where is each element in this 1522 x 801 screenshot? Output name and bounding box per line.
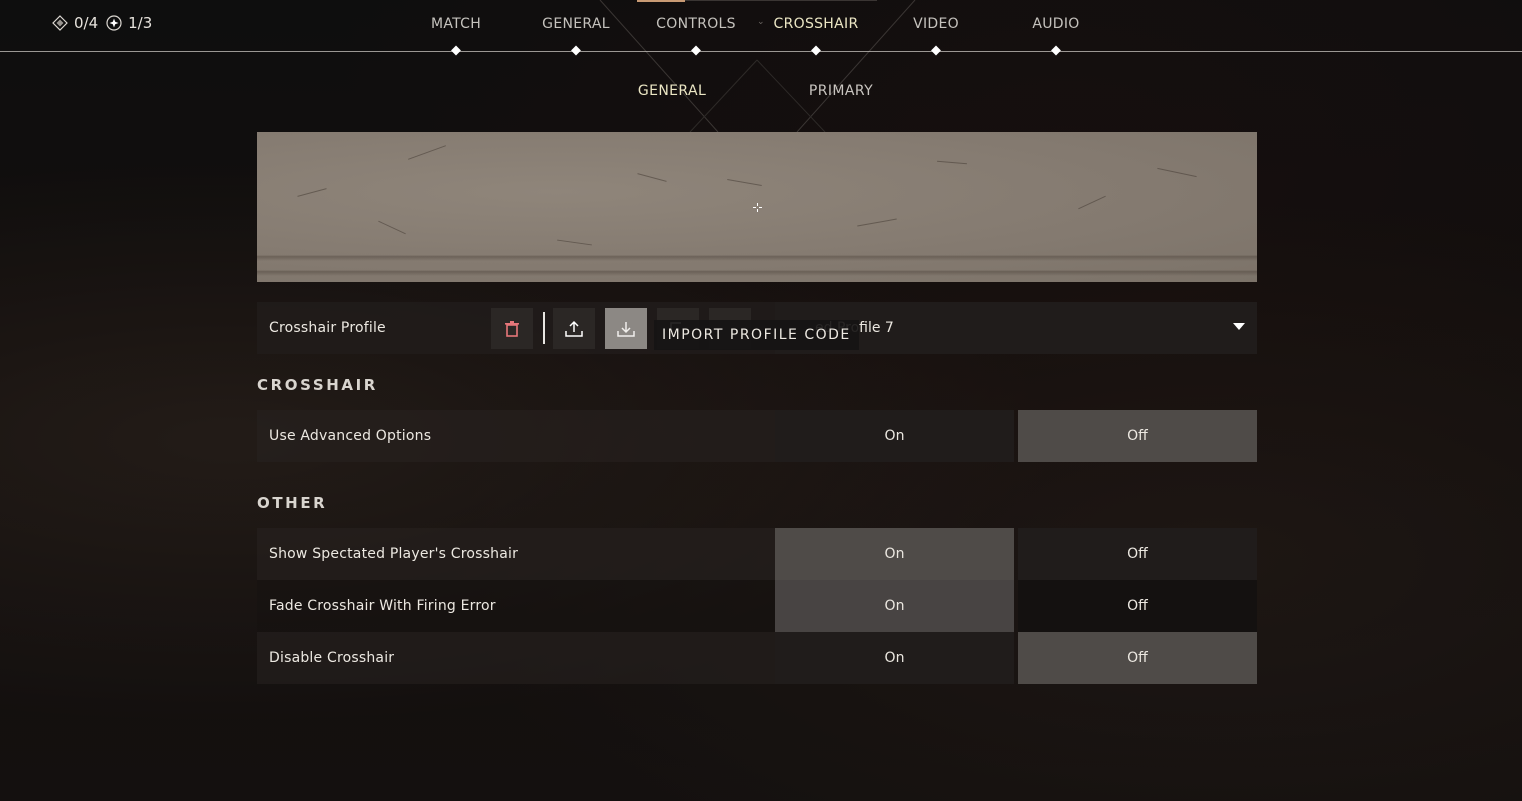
counter-missions: 1/3 [106,14,152,32]
setting-row-advanced-options: Use Advanced Options On Off [257,410,1257,462]
setting-label: Use Advanced Options [269,428,432,444]
tab-audio[interactable]: AUDIO [1032,16,1079,32]
tab-controls[interactable]: CONTROLS [656,16,736,32]
button-separator [543,312,545,344]
active-tab-indicator-track [685,0,877,1]
import-tooltip: IMPORT PROFILE CODE [654,320,859,350]
counter-value: 0/4 [74,14,99,32]
download-icon [617,321,635,337]
option-off[interactable]: Off [1018,528,1257,580]
trash-icon [505,320,519,337]
nav-divider [0,51,1522,52]
crosshair-icon [753,203,762,212]
section-title-other: OTHER [257,494,328,512]
crosshair-profile-label: Crosshair Profile [269,320,386,336]
option-off[interactable]: Off [1018,410,1257,462]
option-on[interactable]: On [775,580,1014,632]
tab-general[interactable]: GENERAL [542,16,610,32]
option-on[interactable]: On [775,410,1014,462]
counter-value: 1/3 [128,14,153,32]
delete-profile-button[interactable] [491,308,533,349]
tab-marker [811,45,821,56]
counter-contracts: 0/4 [52,14,98,32]
chevron-down-icon: ⌄ [757,17,765,27]
upload-icon [565,320,583,337]
top-counters: 0/4 1/3 [52,14,152,32]
option-on[interactable]: On [775,528,1014,580]
setting-row-spectated-crosshair: Show Spectated Player's Crosshair On Off [257,528,1257,580]
setting-label: Show Spectated Player's Crosshair [269,546,519,562]
tab-marker [451,45,461,56]
option-off[interactable]: Off [1018,632,1257,684]
active-tab-indicator [637,0,685,2]
subtab-general[interactable]: GENERAL [638,83,706,99]
subtab-primary[interactable]: PRIMARY [809,83,873,99]
tab-match[interactable]: MATCH [431,16,481,32]
export-profile-button[interactable] [553,308,595,349]
tab-marker [1051,45,1061,56]
tab-crosshair[interactable]: CROSSHAIR [774,16,859,32]
setting-label: Fade Crosshair With Firing Error [269,598,496,614]
tab-marker [571,45,581,56]
setting-label: Disable Crosshair [269,650,395,666]
section-title-crosshair: CROSSHAIR [257,376,378,394]
setting-row-disable-crosshair: Disable Crosshair On Off [257,632,1257,684]
import-profile-button[interactable] [605,308,647,349]
tab-marker [691,45,701,56]
star-circle-icon [106,15,122,31]
option-off[interactable]: Off [1018,580,1257,632]
caret-down-icon [1233,323,1245,330]
tab-marker [931,45,941,56]
diamond-badge-icon [52,15,68,31]
setting-row-fade-crosshair: Fade Crosshair With Firing Error On Off [257,580,1257,632]
tab-video[interactable]: VIDEO [913,16,959,32]
option-on[interactable]: On [775,632,1014,684]
